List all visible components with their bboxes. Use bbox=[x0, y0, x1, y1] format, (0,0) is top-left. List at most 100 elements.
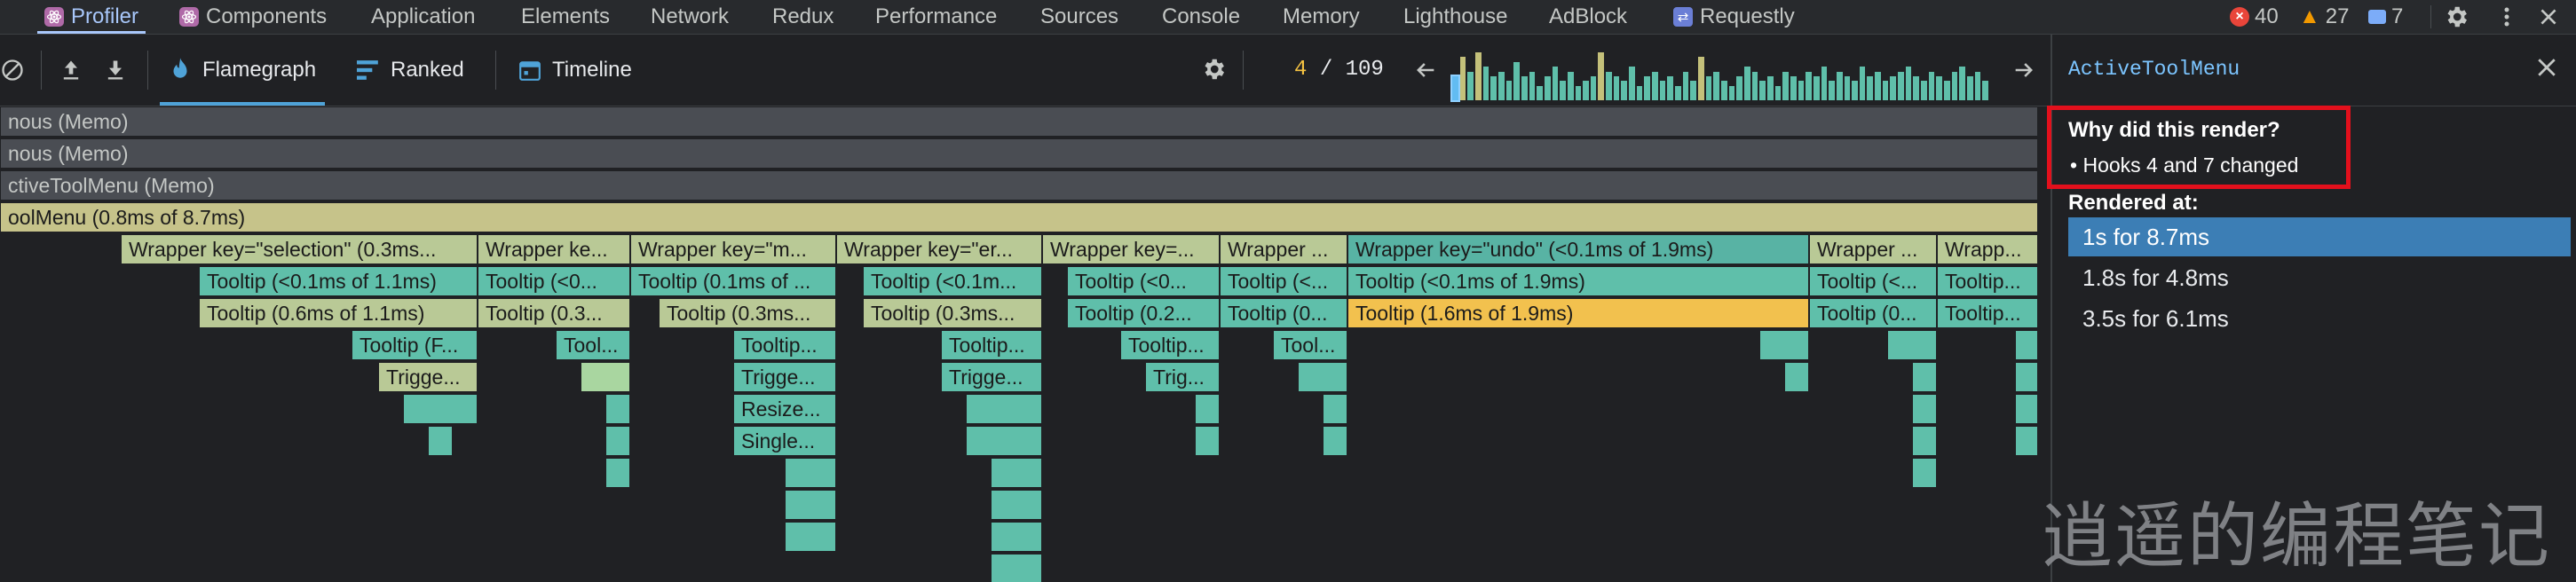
commit-bar[interactable] bbox=[1944, 81, 1950, 100]
commit-bar[interactable] bbox=[1560, 81, 1566, 100]
flame-node[interactable] bbox=[605, 394, 630, 424]
flame-node[interactable]: Wrapper key="m... bbox=[630, 234, 836, 264]
commit-bar[interactable] bbox=[1590, 76, 1597, 100]
flame-node[interactable] bbox=[785, 458, 836, 488]
flame-node[interactable] bbox=[1912, 426, 1937, 456]
commit-bar[interactable] bbox=[1928, 72, 1935, 100]
flame-node[interactable] bbox=[1912, 394, 1937, 424]
commit-bar[interactable] bbox=[1890, 76, 1897, 100]
flame-node[interactable]: Wrapper ke... bbox=[478, 234, 630, 264]
commit-bar[interactable] bbox=[1544, 76, 1551, 100]
commit-bar[interactable] bbox=[1836, 72, 1843, 100]
commit-bar[interactable] bbox=[1690, 81, 1697, 100]
flame-node[interactable]: Tooltip... bbox=[941, 330, 1042, 360]
more-options-button[interactable] bbox=[2496, 0, 2517, 34]
commit-bar[interactable] bbox=[1659, 81, 1666, 100]
flame-node[interactable] bbox=[785, 522, 836, 552]
tab-adblock[interactable]: AdBlock bbox=[1549, 0, 1627, 34]
commit-bar[interactable] bbox=[1675, 86, 1681, 100]
commit-bar[interactable] bbox=[1467, 72, 1474, 100]
tab-memory[interactable]: Memory bbox=[1283, 0, 1360, 34]
commit-bar[interactable] bbox=[1482, 67, 1489, 100]
flame-node[interactable]: Tooltip (0.1ms of ... bbox=[630, 266, 836, 296]
commit-bar[interactable] bbox=[1606, 72, 1612, 100]
commit-bar[interactable] bbox=[1759, 81, 1766, 100]
flame-node[interactable]: Tooltip (<0.1m... bbox=[863, 266, 1042, 296]
flame-node[interactable]: Trigge... bbox=[733, 362, 836, 392]
flame-node[interactable]: Single... bbox=[733, 426, 836, 456]
commit-bar[interactable] bbox=[1621, 81, 1628, 100]
commit-bar[interactable] bbox=[1875, 72, 1881, 100]
tab-performance[interactable]: Performance bbox=[875, 0, 997, 34]
flame-node[interactable] bbox=[1323, 394, 1347, 424]
commit-bar[interactable] bbox=[1705, 76, 1712, 100]
commit-bar[interactable] bbox=[1921, 81, 1927, 100]
flame-node[interactable]: Tooltip (0.6ms of 1.1ms) bbox=[199, 298, 478, 328]
flame-node[interactable]: Wrapper ... bbox=[1220, 234, 1347, 264]
flame-node[interactable]: Wrapper ... bbox=[1809, 234, 1937, 264]
flame-node[interactable] bbox=[991, 458, 1042, 488]
tab-sources[interactable]: Sources bbox=[1040, 0, 1118, 34]
flame-node[interactable]: Tooltip (0.3... bbox=[478, 298, 630, 328]
flame-node[interactable]: Tooltip (0.3ms... bbox=[659, 298, 836, 328]
commit-bar[interactable] bbox=[1513, 62, 1520, 100]
flame-node[interactable]: Trigge... bbox=[378, 362, 478, 392]
commit-bar[interactable] bbox=[1450, 75, 1460, 102]
commit-bar[interactable] bbox=[1936, 76, 1943, 100]
close-devtools-button[interactable] bbox=[2537, 0, 2560, 34]
tab-components[interactable]: Components bbox=[179, 0, 327, 34]
flame-node[interactable]: Wrapp... bbox=[1937, 234, 2038, 264]
commit-bar[interactable] bbox=[1751, 72, 1758, 100]
flame-node[interactable] bbox=[2015, 330, 2038, 360]
prev-commit-button[interactable] bbox=[1413, 58, 1438, 83]
flame-node-selected[interactable]: oolMenu (0.8ms of 8.7ms) bbox=[0, 202, 2038, 232]
load-profile-button[interactable] bbox=[59, 58, 83, 83]
flame-node[interactable] bbox=[1784, 362, 1809, 392]
flame-node[interactable] bbox=[2015, 394, 2038, 424]
flame-node[interactable]: nous (Memo) bbox=[0, 106, 2038, 137]
commit-bar[interactable] bbox=[1521, 76, 1528, 100]
tab-profiler[interactable]: Profiler bbox=[36, 0, 146, 34]
flame-node[interactable] bbox=[991, 490, 1042, 520]
flame-node[interactable] bbox=[1912, 458, 1937, 488]
flame-node[interactable] bbox=[1195, 426, 1220, 456]
flame-node[interactable] bbox=[2015, 426, 2038, 456]
commit-bar[interactable] bbox=[1652, 72, 1658, 100]
commit-bar[interactable] bbox=[1682, 72, 1689, 100]
commit-bar[interactable] bbox=[1529, 72, 1536, 100]
commit-bar[interactable] bbox=[1982, 81, 1988, 100]
commit-bar[interactable] bbox=[1852, 81, 1858, 100]
flame-node[interactable]: Tooltip (<0... bbox=[1067, 266, 1220, 296]
commit-bar[interactable] bbox=[1497, 72, 1505, 100]
flame-node[interactable]: Wrapper key="undo" (<0.1ms of 1.9ms) bbox=[1347, 234, 1809, 264]
flame-node[interactable]: Tooltip (0.2... bbox=[1067, 298, 1220, 328]
commit-bar[interactable] bbox=[1644, 76, 1651, 100]
commit-bar[interactable] bbox=[1459, 57, 1466, 100]
commit-bar[interactable] bbox=[1766, 76, 1774, 100]
flame-node[interactable] bbox=[966, 426, 1042, 456]
rendered-at-item[interactable]: 3.5s for 6.1ms bbox=[2068, 299, 2571, 338]
commit-bar[interactable] bbox=[1474, 52, 1482, 100]
flame-node[interactable] bbox=[785, 490, 836, 520]
flame-node[interactable] bbox=[403, 394, 478, 424]
commit-bar[interactable] bbox=[1913, 76, 1920, 100]
commit-bar[interactable] bbox=[1490, 76, 1497, 100]
next-commit-button[interactable] bbox=[2011, 58, 2036, 83]
rendered-at-item[interactable]: 1s for 8.7ms bbox=[2068, 217, 2571, 256]
flame-node[interactable] bbox=[1195, 394, 1220, 424]
flame-node[interactable]: Tool... bbox=[1273, 330, 1347, 360]
flame-node[interactable] bbox=[1759, 330, 1809, 360]
flame-node[interactable] bbox=[1912, 362, 1937, 392]
error-count-badge[interactable]: × 40 bbox=[2230, 0, 2279, 34]
clear-profile-button[interactable] bbox=[0, 58, 25, 83]
save-profile-button[interactable] bbox=[103, 58, 128, 83]
commit-bar[interactable] bbox=[1859, 67, 1866, 100]
tab-network[interactable]: Network bbox=[651, 0, 729, 34]
commit-bar[interactable] bbox=[1552, 67, 1559, 100]
commit-bar[interactable] bbox=[1537, 86, 1543, 100]
settings-button[interactable] bbox=[2443, 0, 2469, 34]
flame-node[interactable]: ctiveToolMenu (Memo) bbox=[0, 170, 2038, 201]
flame-node[interactable]: Tooltip (<0.1ms of 1.9ms) bbox=[1347, 266, 1809, 296]
flame-node[interactable]: Tooltip... bbox=[1937, 298, 2038, 328]
rendered-at-item[interactable]: 1.8s for 4.8ms bbox=[2068, 258, 2571, 297]
